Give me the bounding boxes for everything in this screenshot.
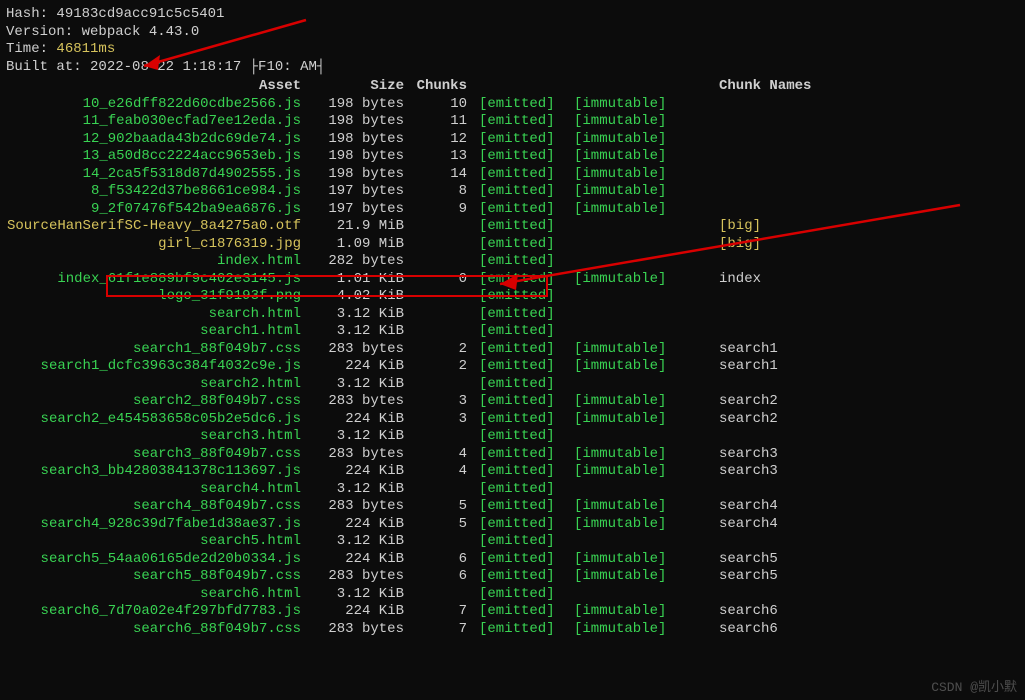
- hash-label: Hash:: [6, 6, 48, 22]
- col-size: Size: [309, 78, 412, 96]
- table-row: 14_2ca5f5318d87d4902555.js198 bytes14[em…: [6, 166, 1021, 184]
- hash-value: 49183cd9acc91c5c5401: [56, 6, 224, 22]
- table-header: Asset Size Chunks Chunk Names: [6, 78, 1021, 96]
- table-row: search4_928c39d7fabe1d38ae37.js224 KiB5[…: [6, 516, 1021, 534]
- table-row: SourceHanSerifSC-Heavy_8a4275a0.otf21.9 …: [6, 218, 1021, 236]
- table-row: search1_dcfc3963c384f4032c9e.js224 KiB2[…: [6, 358, 1021, 376]
- table-row: search6_7d70a02e4f297bfd7783.js224 KiB7[…: [6, 603, 1021, 621]
- built-value: 2022-08-22 1:18:17 ├F10: AM┤: [90, 59, 325, 75]
- table-row: search4_88f049b7.css283 bytes5[emitted][…: [6, 498, 1021, 516]
- col-asset: Asset: [6, 78, 309, 96]
- col-chunk-names: Chunk Names: [689, 78, 1021, 96]
- table-row: 13_a50d8cc2224acc9653eb.js198 bytes13[em…: [6, 148, 1021, 166]
- built-label: Built at:: [6, 59, 82, 75]
- table-row: search2.html3.12 KiB[emitted]: [6, 376, 1021, 394]
- table-row: search5_88f049b7.css283 bytes6[emitted][…: [6, 568, 1021, 586]
- table-row: search1.html3.12 KiB[emitted]: [6, 323, 1021, 341]
- table-row: search5_54aa06165de2d20b0334.js224 KiB6[…: [6, 551, 1021, 569]
- table-row: search2_e454583658c05b2e5dc6.js224 KiB3[…: [6, 411, 1021, 429]
- table-row: search3_bb42803841378c113697.js224 KiB4[…: [6, 463, 1021, 481]
- time-value: 46811ms: [56, 41, 115, 57]
- table-row: search5.html3.12 KiB[emitted]: [6, 533, 1021, 551]
- table-row: search6_88f049b7.css283 bytes7[emitted][…: [6, 621, 1021, 639]
- version-label: Version:: [6, 24, 73, 40]
- table-row: search3.html3.12 KiB[emitted]: [6, 428, 1021, 446]
- table-row: 11_feab030ecfad7ee12eda.js198 bytes11[em…: [6, 113, 1021, 131]
- table-row: logo_31f9193f.png4.02 KiB[emitted]: [6, 288, 1021, 306]
- table-row: index.html282 bytes[emitted]: [6, 253, 1021, 271]
- version-value: webpack 4.43.0: [82, 24, 200, 40]
- table-row: search1_88f049b7.css283 bytes2[emitted][…: [6, 341, 1021, 359]
- table-row: search.html3.12 KiB[emitted]: [6, 306, 1021, 324]
- table-row: 10_e26dff822d60cdbe2566.js198 bytes10[em…: [6, 96, 1021, 114]
- table-row: 8_f53422d37be8661ce984.js197 bytes8[emit…: [6, 183, 1021, 201]
- table-row: girl_c1876319.jpg1.09 MiB[emitted][big]: [6, 236, 1021, 254]
- table-row: 12_902baada43b2dc69de74.js198 bytes12[em…: [6, 131, 1021, 149]
- time-label: Time:: [6, 41, 48, 57]
- table-row: index_61f1e889bf9c402e3145.js1.01 KiB0[e…: [6, 271, 1021, 289]
- col-chunks: Chunks: [412, 78, 479, 96]
- table-row: 9_2f07476f542ba9ea6876.js197 bytes9[emit…: [6, 201, 1021, 219]
- table-row: search3_88f049b7.css283 bytes4[emitted][…: [6, 446, 1021, 464]
- asset-table: Asset Size Chunks Chunk Names 10_e26dff8…: [6, 78, 1021, 638]
- watermark: CSDN @凯小默: [931, 680, 1017, 696]
- table-row: search6.html3.12 KiB[emitted]: [6, 586, 1021, 604]
- table-row: search2_88f049b7.css283 bytes3[emitted][…: [6, 393, 1021, 411]
- table-row: search4.html3.12 KiB[emitted]: [6, 481, 1021, 499]
